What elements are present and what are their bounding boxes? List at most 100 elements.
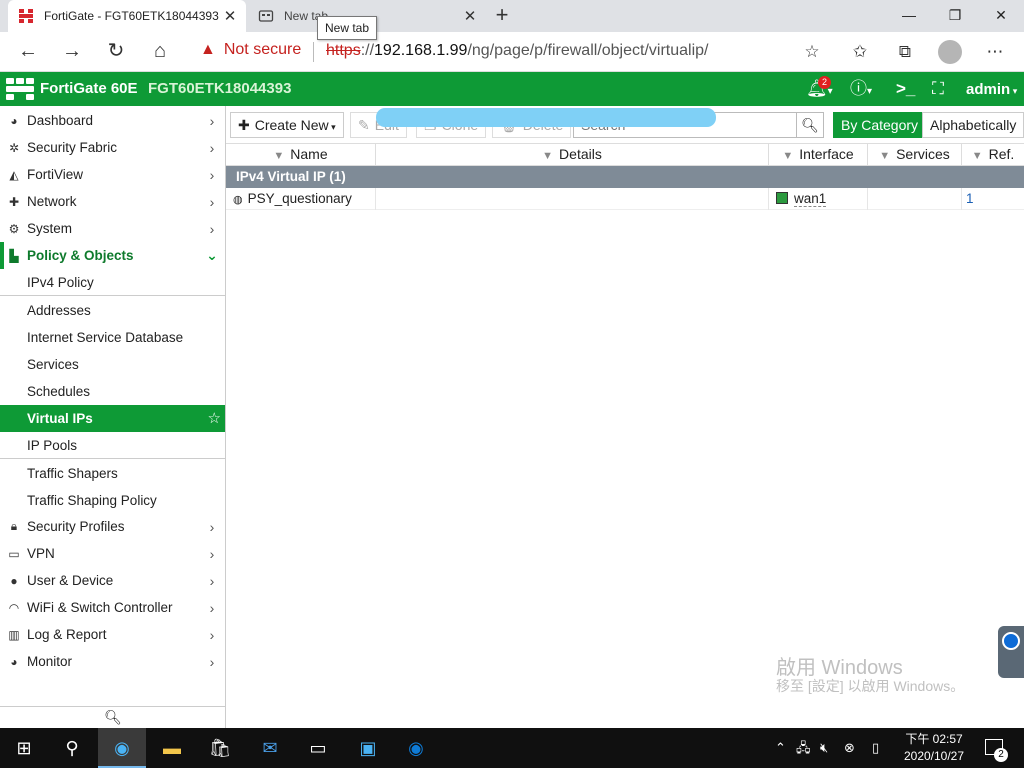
close-circle-icon[interactable]: ⊗ [844,728,855,768]
forward-arrow-icon[interactable]: → [58,38,86,66]
sidebar-item-ip-pools[interactable]: IP Pools [0,432,225,459]
sidebar-item-internet-service-database[interactable]: Internet Service Database [0,324,225,351]
edge-browser-icon[interactable]: ◉ [98,728,146,768]
more-options-icon[interactable]: ⋯ [982,40,1008,64]
sidebar-item-dashboard[interactable]: ◕ Dashboard › [0,107,226,134]
cell-services [868,188,962,210]
warning-icon: ▲ [200,41,216,58]
tray-chevron-up-icon[interactable]: ⌃ [775,728,786,768]
back-arrow-icon[interactable]: ← [14,38,42,66]
dashboard-icon: ◕ [10,113,18,128]
column-header-services[interactable]: ▼ Services [868,144,962,165]
store-icon[interactable]: 🛍︎ [196,728,244,768]
cell-name: ◍ PSY_questionary [226,188,376,210]
sidebar-item-monitor[interactable]: ◕ Monitor › [0,648,226,675]
search-icon[interactable]: 🔍︎ [796,112,824,138]
search-icon[interactable]: ⚲ [48,728,96,768]
device-model: FortiGate 60E [40,80,138,97]
clock-time: 下午 02:57 [905,732,963,746]
file-explorer-icon[interactable]: ▬ [148,728,196,768]
column-header-interface[interactable]: ▼ Interface [769,144,868,165]
close-tab-icon[interactable]: ✕ [220,7,240,25]
teamviewer-icon[interactable]: ◉ [392,728,440,768]
favorite-star-icon[interactable]: ☆ [208,409,221,427]
sidebar-item-services[interactable]: Services [0,351,225,378]
column-header-ref[interactable]: ▼ Ref. [962,144,1024,165]
app-icon[interactable]: ▣ [344,728,392,768]
windows-taskbar: ⊞ ⚲ ◉ ▬ 🛍︎ ✉ ▭ ▣ ◉ ⌃ 🖧︎ 🔇︎ ⊗ ▯ 下午 02:57 … [0,728,1024,768]
chevron-right-icon: › [209,518,215,535]
url-field[interactable]: https://192.168.1.99/ng/page/p/firewall/… [326,42,708,60]
sidebar-item-label: Dashboard [27,113,94,128]
sidebar-item-label: Addresses [27,303,91,318]
close-window-button[interactable]: ✕ [978,0,1024,32]
sidebar-item-label: Traffic Shaping Policy [27,493,157,508]
fortigate-header: FortiGate 60E FGT60ETK18044393 🔔︎▾ ⓘ▾ >_… [0,72,1024,106]
user-icon: ● [10,573,18,588]
sidebar-item-log-report[interactable]: ▥ Log & Report › [0,621,226,648]
new-tab-tooltip: New tab [317,16,378,40]
terminal-icon[interactable]: ▭ [294,728,342,768]
system-clock[interactable]: 下午 02:57 2020/10/27 [895,731,973,765]
tab-fortigate[interactable]: FortiGate - FGT60ETK18044393 ✕ [8,0,246,32]
new-tab-favicon-icon [258,8,274,24]
chevron-right-icon: › [209,599,215,616]
refresh-icon[interactable]: ↻ [102,38,130,66]
teamviewer-icon [1002,632,1020,650]
column-header-name[interactable]: ▼ Name [226,144,376,165]
sidebar-item-network[interactable]: ✚ Network › [0,188,226,215]
address-separator [313,42,314,62]
sidebar: ◕ Dashboard › ✲ Security Fabric › ◭ Fort… [0,106,226,728]
sidebar-item-ipv4-policy[interactable]: IPv4 Policy [0,269,225,296]
sidebar-item-addresses[interactable]: Addresses [0,297,225,324]
sidebar-item-security-profiles[interactable]: 🔒︎ Security Profiles › [0,513,226,540]
chevron-right-icon: › [209,572,215,589]
minimize-button[interactable]: — [886,0,932,32]
sidebar-item-system[interactable]: ⚙ System › [0,215,226,242]
vip-ref-count[interactable]: 1 [966,191,974,206]
mail-icon[interactable]: ✉ [246,728,294,768]
url-separator: :// [360,42,375,59]
redaction-mark [376,108,716,127]
help-icon[interactable]: ⓘ▾ [850,78,872,100]
new-tab-button[interactable]: + [490,4,514,28]
sidebar-item-label: System [27,221,73,236]
url-path: /ng/page/p/firewall/object/virtualip/ [467,42,709,59]
sidebar-item-traffic-shaping-policy[interactable]: Traffic Shaping Policy [0,487,225,514]
sidebar-search-icon[interactable]: 🔍︎ [0,706,226,728]
lock-icon: 🔒︎ [10,519,18,533]
column-header-details[interactable]: ▼ Details [376,144,769,165]
volume-muted-icon[interactable]: 🔇︎ [820,728,828,768]
sidebar-item-schedules[interactable]: Schedules [0,378,225,405]
collections-icon[interactable]: ⧉ [892,40,918,64]
ime-icon[interactable]: ▯ [872,728,879,768]
home-icon[interactable]: ⌂ [146,38,174,66]
favorite-star-icon[interactable]: ☆ [799,40,825,64]
network-status-icon[interactable]: 🖧︎ [796,728,811,768]
by-category-button[interactable]: By Category [833,112,927,138]
table-group-header[interactable]: IPv4 Virtual IP (1) [226,166,1024,188]
close-tab-icon[interactable]: ✕ [460,7,480,25]
fullscreen-icon[interactable]: ⛶ [932,78,944,100]
create-new-button[interactable]: ✚ Create New ▾ [230,112,344,138]
profile-avatar[interactable] [938,40,962,64]
sidebar-item-user-device[interactable]: ● User & Device › [0,567,226,594]
admin-menu[interactable]: admin ▾ [966,81,1017,98]
sidebar-item-wifi-switch[interactable]: ◠ WiFi & Switch Controller › [0,594,226,621]
sidebar-item-traffic-shapers[interactable]: Traffic Shapers [0,460,225,487]
favorites-list-icon[interactable]: ✩ [847,40,873,64]
sidebar-item-virtual-ips[interactable]: Virtual IPs ☆ [0,405,225,432]
alphabetically-button[interactable]: Alphabetically [922,112,1024,138]
sidebar-item-label: Log & Report [27,627,107,642]
sidebar-item-security-fabric[interactable]: ✲ Security Fabric › [0,134,226,161]
teamviewer-side-tab[interactable] [998,626,1024,678]
cli-console-icon[interactable]: >_ [896,78,915,100]
sidebar-item-policy-objects[interactable]: ▙ Policy & Objects ⌄ [0,242,226,269]
windows-start-icon[interactable]: ⊞ [0,728,48,768]
table-row[interactable]: ◍ PSY_questionary wan1 1 [226,188,1024,210]
sidebar-item-vpn[interactable]: ▭ VPN › [0,540,226,567]
pencil-icon: ✎ [358,117,370,133]
security-indicator[interactable]: ▲ Not secure [200,41,301,59]
sidebar-item-fortiview[interactable]: ◭ FortiView › [0,161,226,188]
restore-button[interactable]: ❐ [932,0,978,32]
